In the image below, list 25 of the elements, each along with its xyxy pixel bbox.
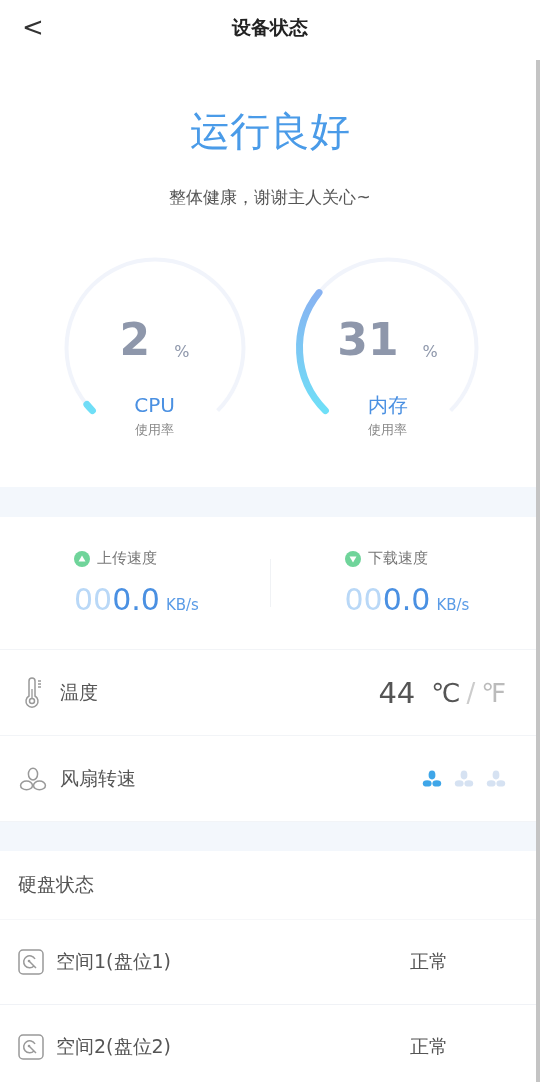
unit-separator: / [466, 677, 476, 708]
temperature-value: 44 [378, 675, 416, 710]
back-button[interactable]: < [18, 12, 48, 42]
speed-value: 000.0 [344, 582, 431, 617]
download-icon [344, 550, 361, 567]
speed-value: 000.0 [74, 582, 160, 617]
disk-status: 正常 [410, 1034, 448, 1059]
fan-icon [19, 765, 47, 792]
unit-toggle[interactable]: ℃ [431, 677, 461, 708]
status-subtitle: 整体健康，谢谢主人关心~ [169, 186, 371, 209]
status-title: 运行良好 [190, 107, 350, 156]
gauge-sublabel: 使用率 [368, 421, 407, 439]
speed-unit: KB/s [165, 596, 199, 614]
disk-status: 正常 [410, 949, 448, 974]
fan-speed-label: 风扇转速 [60, 765, 137, 791]
page-title: 设备状态 [232, 15, 308, 40]
gauge-sublabel: 使用率 [135, 421, 174, 439]
speed-label: 上传速度 [97, 549, 157, 568]
thermometer-icon [22, 676, 44, 709]
disk-name: 空间1(盘位1) [56, 949, 172, 974]
disk-name: 空间2(盘位2) [56, 1034, 172, 1059]
temperature-label: 温度 [60, 679, 99, 705]
speed-label: 下载速度 [367, 549, 428, 568]
upload-icon [74, 550, 90, 567]
speed-unit: KB/s [436, 596, 470, 614]
